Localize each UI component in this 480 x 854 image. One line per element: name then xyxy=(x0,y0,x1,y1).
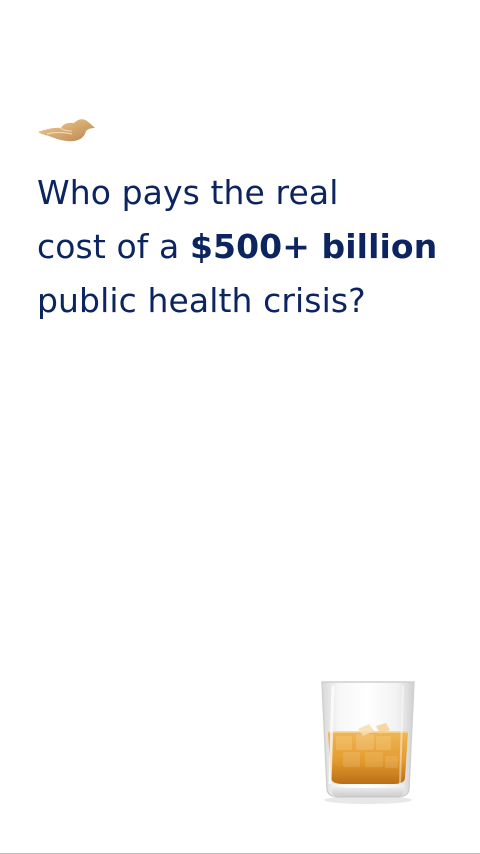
headline: Who pays the real cost of a $500+ billio… xyxy=(37,166,457,328)
dove-icon xyxy=(38,119,95,142)
headline-line-1: Who pays the real xyxy=(37,173,339,212)
whiskey-glass-icon xyxy=(321,681,415,804)
headline-amount: $500+ billion xyxy=(189,227,438,266)
headline-line-2: cost of a $500+ billion xyxy=(37,220,457,274)
ad-screen: Who pays the real cost of a $500+ billio… xyxy=(0,0,480,854)
headline-line-2-prefix: cost of a xyxy=(37,227,190,266)
headline-line-3: public health crisis? xyxy=(37,281,366,320)
